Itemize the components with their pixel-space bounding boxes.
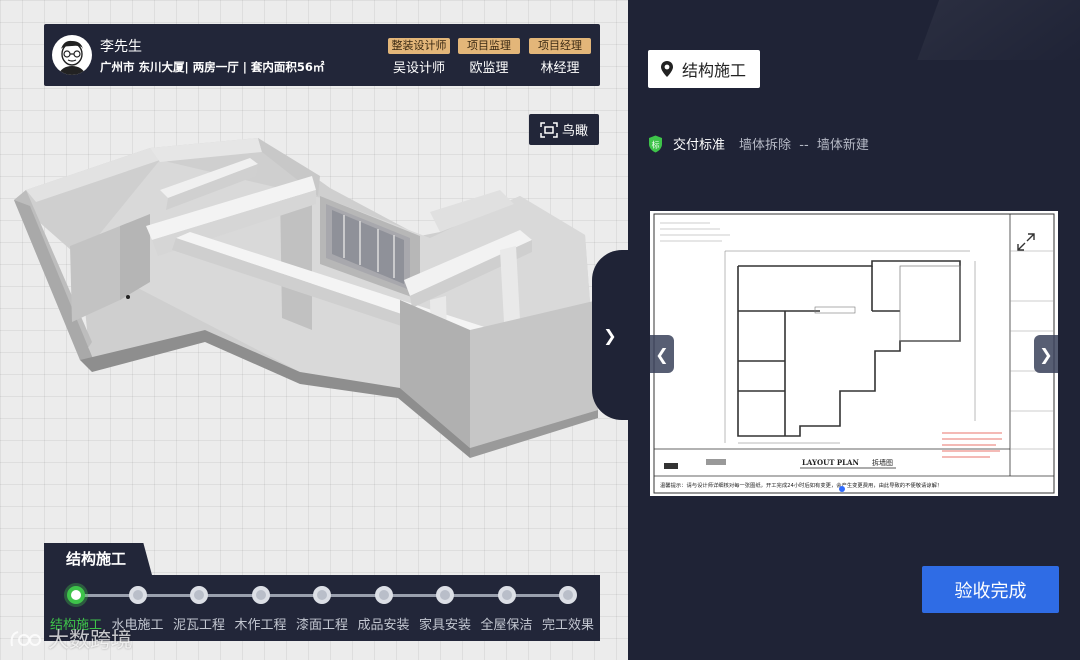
stage-dot[interactable] bbox=[374, 586, 393, 604]
detail-panel: 结构施工 标 交付标准 墙体拆除 -- 墙体新建 LAYOUT PLAN 拆墙图… bbox=[628, 0, 1080, 660]
stage-panel-title: 结构施工 bbox=[44, 543, 152, 575]
stage-dot[interactable] bbox=[313, 586, 331, 604]
current-phase-chip[interactable]: 结构施工 bbox=[648, 50, 760, 88]
stage-dot[interactable] bbox=[128, 586, 147, 604]
plan-title: LAYOUT PLAN bbox=[802, 458, 859, 467]
location-pin-icon bbox=[661, 61, 673, 77]
stage-dot[interactable] bbox=[190, 586, 208, 604]
client-info: 广州市 东川大厦| 两房一厅 | 套内面积56㎡ bbox=[100, 60, 325, 74]
previous-image-button[interactable]: ❮ bbox=[650, 335, 674, 373]
client-name: 李先生 bbox=[100, 39, 142, 55]
carousel-indicator[interactable] bbox=[839, 486, 845, 492]
stage-label[interactable]: 木作工程 bbox=[230, 614, 292, 633]
client-card: 李先生 广州市 东川大厦| 两房一厅 | 套内面积56㎡ 整装设计师 吴设计师 … bbox=[44, 24, 600, 86]
next-image-button[interactable]: ❯ bbox=[1034, 335, 1058, 373]
aerial-view-button[interactable]: 鸟瞰 bbox=[529, 114, 599, 145]
stage-dot[interactable] bbox=[436, 586, 454, 604]
aerial-view-label: 鸟瞰 bbox=[561, 124, 588, 139]
stage-dot[interactable] bbox=[67, 586, 85, 604]
construction-drawing[interactable]: LAYOUT PLAN 拆墙图 温馨提示：请与设计师详细核对每一张图纸，开工完成… bbox=[650, 211, 1058, 496]
watermark-text: 大数跨境 bbox=[48, 628, 132, 652]
staff-designer: 整装设计师 吴设计师 bbox=[387, 38, 451, 76]
accept-completion-button[interactable]: 验收完成 bbox=[922, 566, 1059, 613]
stage-label[interactable]: 成品安装 bbox=[353, 614, 415, 633]
standard-title: 交付标准 bbox=[673, 138, 726, 153]
role-tag: 整装设计师 bbox=[388, 38, 450, 54]
plan-subtitle: 拆墙图 bbox=[872, 458, 893, 467]
role-tag: 项目监理 bbox=[458, 38, 520, 54]
current-phase-label: 结构施工 bbox=[682, 61, 747, 80]
collapse-panel-toggle[interactable]: ❯ bbox=[592, 250, 628, 420]
client-avatar bbox=[52, 35, 92, 75]
stage-label[interactable]: 完工效果 bbox=[537, 614, 599, 633]
drawing-note: 温馨提示：请与设计师详细核对每一张图纸，开工完成24小时后如有变更，会产生变更费… bbox=[660, 481, 942, 489]
stage-dot[interactable] bbox=[497, 586, 516, 604]
shield-icon: 标 bbox=[649, 135, 662, 152]
staff-manager: 项目经理 林经理 bbox=[528, 38, 592, 76]
role-tag: 项目经理 bbox=[529, 38, 591, 54]
staff-name: 欧监理 bbox=[469, 61, 509, 76]
stage-label[interactable]: 漆面工程 bbox=[291, 614, 353, 633]
watermark-logo-icon bbox=[10, 631, 41, 647]
fullscreen-icon[interactable] bbox=[1015, 231, 1037, 253]
stage-dot[interactable] bbox=[251, 586, 270, 604]
standard-badge-text: 标 bbox=[652, 139, 660, 149]
staff-name: 吴设计师 bbox=[392, 61, 445, 76]
watermark: 大数跨境 bbox=[8, 624, 132, 654]
standard-steps: 墙体拆除 -- 墙体新建 bbox=[739, 138, 869, 153]
model-viewport[interactable]: 李先生 广州市 东川大厦| 两房一厅 | 套内面积56㎡ 整装设计师 吴设计师 … bbox=[0, 0, 628, 660]
staff-supervisor: 项目监理 欧监理 bbox=[457, 38, 521, 76]
staff-name: 林经理 bbox=[540, 61, 580, 76]
panel-decoration bbox=[917, 0, 1080, 60]
chevron-left-icon: ❮ bbox=[655, 344, 669, 364]
stage-label[interactable]: 全屋保洁 bbox=[476, 614, 538, 633]
stage-dot[interactable] bbox=[559, 586, 577, 604]
drawing-sheet: LAYOUT PLAN 拆墙图 温馨提示：请与设计师详细核对每一张图纸，开工完成… bbox=[653, 213, 1055, 494]
aerial-view-icon bbox=[540, 121, 558, 138]
chevron-right-icon: ❯ bbox=[1039, 344, 1053, 364]
chevron-right-icon: ❯ bbox=[603, 325, 617, 345]
stage-label[interactable]: 家具安装 bbox=[414, 614, 476, 633]
delivery-standard: 标 交付标准 墙体拆除 -- 墙体新建 bbox=[648, 134, 869, 153]
stage-label[interactable]: 泥瓦工程 bbox=[168, 614, 230, 633]
